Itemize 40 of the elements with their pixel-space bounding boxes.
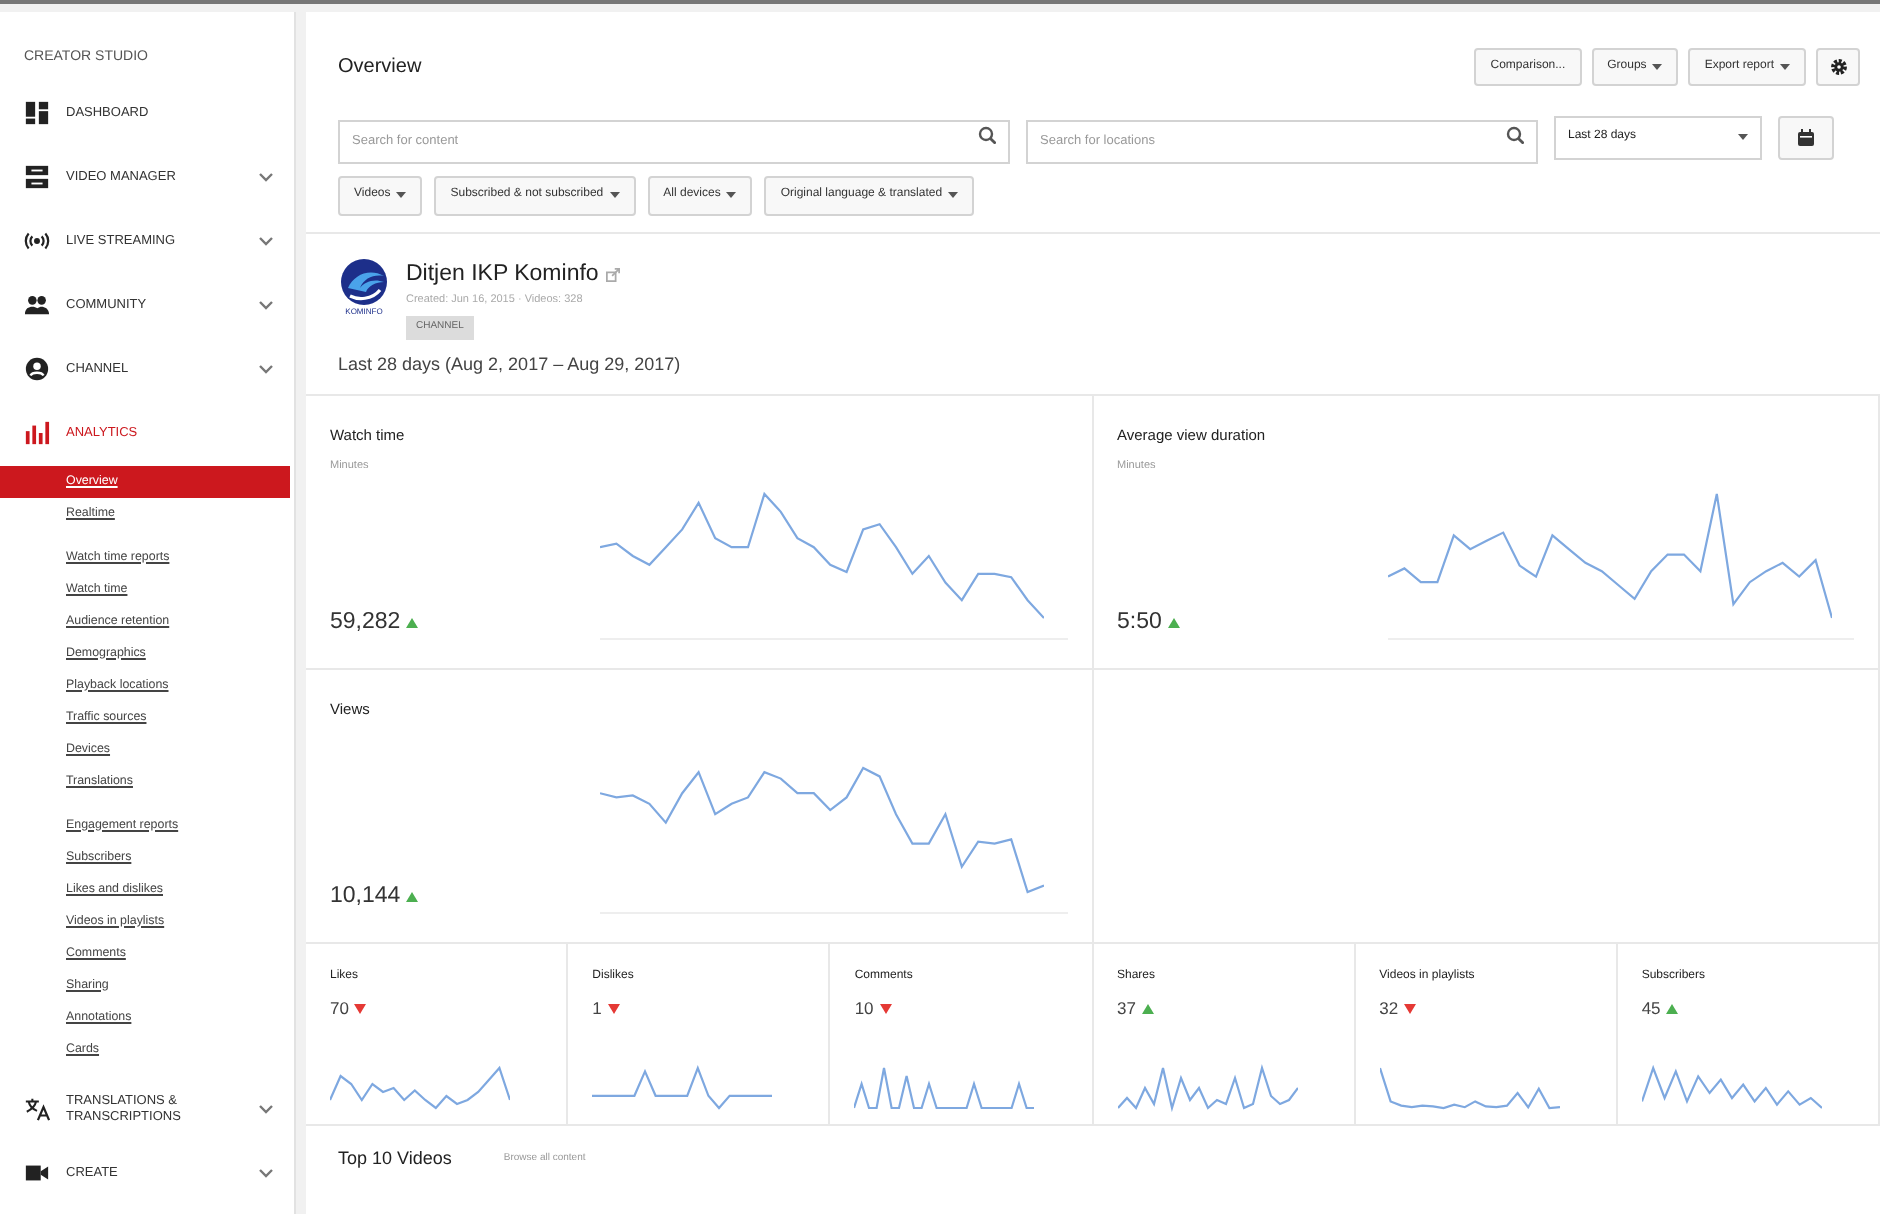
- chevron-down-icon[interactable]: [258, 1167, 274, 1179]
- metric-value: 32: [1379, 996, 1399, 1022]
- metric-value: 37: [1117, 996, 1136, 1022]
- video-list-icon: [24, 164, 50, 190]
- caret-icon: [948, 192, 959, 198]
- metric-value: 1: [592, 996, 602, 1022]
- chevron-down-icon[interactable]: [258, 363, 274, 375]
- dashboard-icon: [24, 100, 50, 126]
- video-camera-icon: [24, 1160, 50, 1186]
- chevron-down-icon[interactable]: [258, 1103, 274, 1115]
- people-icon: [24, 292, 50, 318]
- metric-value: 10: [854, 996, 874, 1022]
- caret-icon: [396, 192, 407, 198]
- external-link-icon[interactable]: [606, 267, 621, 282]
- metric-value: 70: [330, 996, 349, 1022]
- date-period: Last 28 days (Aug 2, 2017 – Aug 29, 2017): [338, 351, 683, 378]
- settings-icon: [1829, 58, 1847, 76]
- calendar-button[interactable]: [1778, 115, 1834, 160]
- translate-icon: [24, 1096, 50, 1122]
- metric-value: 10,144: [330, 881, 401, 912]
- search-icon[interactable]: [1506, 126, 1524, 144]
- chevron-down-icon[interactable]: [258, 235, 274, 247]
- metric-value: 45: [1641, 996, 1661, 1022]
- metric-value: 59,282: [330, 607, 401, 638]
- bar-chart-icon: [24, 420, 50, 446]
- broadcast-icon: [24, 228, 50, 254]
- chevron-down-icon[interactable]: [258, 171, 274, 183]
- channel-name: Ditjen IKP Kominfo: [406, 259, 599, 289]
- caret-icon: [726, 192, 737, 198]
- logo-emblem-icon: [338, 257, 390, 305]
- settings-button[interactable]: [1816, 48, 1860, 86]
- page-title: Overview: [338, 55, 424, 79]
- caret-icon: [1738, 134, 1748, 141]
- search-icon[interactable]: [978, 126, 996, 144]
- section-title: Top 10 Videos: [338, 1146, 452, 1172]
- caret-icon: [609, 192, 620, 198]
- metric-value: 5:50: [1117, 607, 1162, 638]
- calendar-icon: [1796, 127, 1816, 148]
- chevron-down-icon[interactable]: [258, 299, 274, 311]
- account-icon: [24, 356, 50, 382]
